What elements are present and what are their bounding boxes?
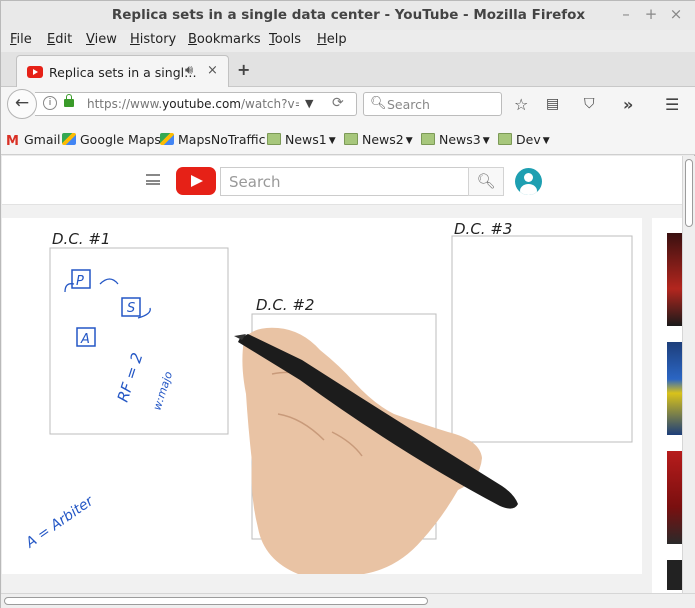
related-video-thumbnail[interactable] — [667, 233, 682, 326]
youtube-favicon-icon — [27, 66, 43, 78]
menu-edit[interactable]: Edit — [47, 32, 72, 47]
bookmark-folder-news1[interactable]: News1 ▼ — [267, 132, 336, 147]
related-video-thumbnail[interactable] — [667, 560, 682, 590]
horizontal-scrollbar[interactable] — [1, 593, 695, 608]
menu-help[interactable]: Help — [317, 32, 347, 47]
youtube-search-input[interactable]: Search — [220, 167, 469, 196]
folder-icon — [267, 133, 281, 145]
avatar[interactable] — [515, 168, 542, 195]
url-text[interactable]: https://www.youtube.com/watch?v=lSN — [87, 97, 299, 111]
navigation-toolbar: i https://www.youtube.com/watch?v=lSN ▼ … — [1, 87, 695, 125]
gmail-icon: M — [6, 134, 19, 149]
menu-file[interactable]: File — [10, 32, 32, 47]
search-icon: 🔍︎ — [370, 96, 387, 111]
vertical-scroll-thumb[interactable] — [685, 159, 693, 227]
maximize-button[interactable]: + — [642, 5, 660, 23]
bookmark-folder-news3[interactable]: News3 ▼ — [421, 132, 490, 147]
tab-label: Replica sets in a singl… — [49, 65, 197, 80]
folder-icon — [344, 133, 358, 145]
whiteboard-frame: D.C. #1 P S A RF = 2 w:majo D.C. #2 D.C.… — [22, 220, 633, 574]
minimize-button[interactable]: – — [617, 5, 635, 23]
dc3-label: D.C. #3 — [454, 220, 512, 238]
menu-bookmarks[interactable]: Bookmarks — [188, 32, 261, 47]
menu-history[interactable]: History — [130, 32, 176, 47]
pocket-icon[interactable]: ⛉ — [584, 96, 595, 112]
info-icon[interactable]: i — [43, 96, 57, 110]
horizontal-scroll-thumb[interactable] — [4, 597, 428, 605]
dc2-label: D.C. #2 — [256, 296, 314, 314]
folder-icon — [421, 133, 435, 145]
related-videos-sidebar — [652, 218, 682, 593]
library-icon[interactable]: ▤ — [546, 96, 559, 112]
bookmark-star-icon[interactable]: ☆ — [514, 95, 528, 114]
bookmarks-toolbar: M Gmail Google Maps MapsNoTraffic News1 ▼ … — [1, 125, 695, 155]
maps-icon — [62, 133, 76, 145]
tab-youtube[interactable]: Replica sets in a singl… 🔊︎ × — [16, 55, 229, 88]
replication-arrow — [99, 278, 119, 285]
window-title: Replica sets in a single data center - Y… — [111, 7, 586, 23]
maps-icon — [160, 133, 174, 145]
speaker-icon[interactable]: 🔊︎ — [185, 63, 193, 78]
url-dropdown-icon[interactable]: ▼ — [305, 97, 313, 110]
new-tab-button[interactable]: + — [237, 60, 250, 79]
tab-close-button[interactable]: × — [207, 63, 218, 78]
secondary-node-label: S — [127, 301, 135, 316]
close-window-button[interactable]: × — [667, 5, 685, 23]
dc3-box — [451, 235, 633, 443]
url-bar[interactable]: i https://www.youtube.com/watch?v=lSN ▼ … — [35, 92, 357, 116]
guide-menu-icon[interactable] — [146, 174, 160, 185]
related-video-thumbnail[interactable] — [667, 451, 682, 544]
menu-view[interactable]: View — [86, 32, 117, 47]
reload-icon[interactable]: ⟳ — [332, 95, 344, 111]
youtube-search-placeholder: Search — [229, 173, 281, 191]
dc1-label: D.C. #1 — [52, 230, 110, 248]
primary-node-label: P — [76, 274, 84, 289]
arbiter-legend-note: A = Arbiter — [22, 493, 97, 552]
rf-sub-note: w:majo — [150, 370, 175, 412]
folder-icon — [498, 133, 512, 145]
video-player[interactable]: D.C. #1 P S A RF = 2 w:majo D.C. #2 D.C.… — [2, 218, 642, 574]
related-video-thumbnail[interactable] — [667, 342, 682, 435]
menu-bar: File Edit View History Bookmarks Tools H… — [1, 30, 695, 52]
bookmark-folder-dev[interactable]: Dev ▼ — [498, 132, 550, 147]
back-button[interactable]: ← — [7, 89, 37, 119]
rf-note: RF = 2 — [114, 350, 147, 404]
presenter-hand-image — [234, 327, 518, 574]
hamburger-menu-icon[interactable]: ☰ — [665, 95, 679, 114]
page-content: Search 🔍︎ D.C. #1 P S A RF = 2 w:majo D.… — [2, 156, 682, 593]
firefox-window: Replica sets in a single data center - Y… — [0, 0, 695, 608]
search-placeholder: Search — [387, 97, 430, 112]
bookmark-mapsnotraffic[interactable]: MapsNoTraffic — [160, 132, 265, 147]
title-bar: Replica sets in a single data center - Y… — [1, 1, 695, 30]
youtube-search-button[interactable]: 🔍︎ — [468, 167, 504, 196]
overflow-chevron-icon[interactable]: » — [623, 95, 633, 114]
tab-strip: Replica sets in a singl… 🔊︎ × + — [1, 52, 695, 88]
arbiter-node-label: A — [80, 332, 90, 347]
vertical-scrollbar[interactable] — [682, 156, 695, 593]
bookmark-google-maps[interactable]: Google Maps — [62, 132, 161, 147]
youtube-logo[interactable] — [176, 167, 216, 195]
menu-tools[interactable]: Tools — [269, 32, 301, 47]
bookmark-gmail[interactable]: M Gmail — [6, 132, 60, 149]
youtube-header: Search 🔍︎ — [2, 156, 682, 205]
lock-icon — [64, 94, 74, 107]
search-bar[interactable]: 🔍︎ Search — [363, 92, 502, 116]
bookmark-folder-news2[interactable]: News2 ▼ — [344, 132, 413, 147]
